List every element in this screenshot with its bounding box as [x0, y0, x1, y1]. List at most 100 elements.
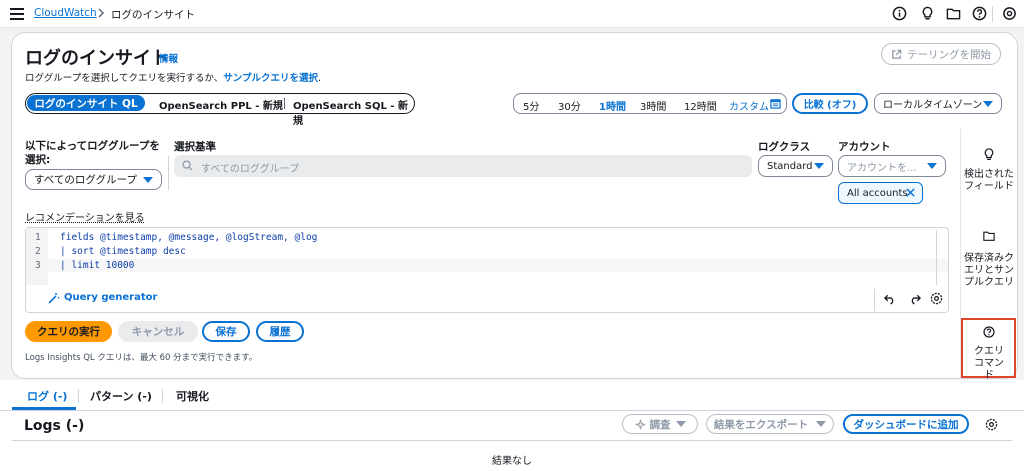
- export-results-label: 結果をエクスポート: [713, 418, 809, 431]
- folder-icon[interactable]: [946, 6, 961, 21]
- sparkle-icon: [635, 419, 646, 430]
- help-icon[interactable]: [972, 6, 987, 21]
- description-suffix: .: [317, 73, 322, 84]
- page-description: ロググループを選択してクエリを実行するか、サンプルクエリを選択.: [25, 70, 321, 84]
- account-placeholder: アカウントを...: [847, 162, 917, 174]
- chevron-down-icon: [983, 100, 993, 107]
- external-link-icon: [891, 49, 902, 60]
- criteria-placeholder: すべてのロググループ: [201, 164, 300, 175]
- timezone-select[interactable]: ローカルタイムゾーン: [874, 93, 1002, 114]
- chevron-down-icon: [816, 421, 827, 427]
- footer-divider: [874, 289, 875, 311]
- account-label: アカウント: [838, 141, 891, 153]
- log-group-selector[interactable]: すべてのロググループ: [25, 169, 162, 190]
- undo-icon[interactable]: [884, 293, 897, 305]
- hamburger-menu-icon[interactable]: [10, 7, 24, 21]
- saved-queries-button[interactable]: 保存済みクエリとサンプルクエリ: [964, 253, 1014, 289]
- vertical-divider: [168, 156, 169, 190]
- time-option-5m[interactable]: 5分: [523, 98, 539, 113]
- time-option-12h[interactable]: 12時間: [684, 98, 717, 113]
- tabs-bottom-border: [0, 410, 1024, 411]
- investigate-button[interactable]: 調査: [622, 414, 698, 434]
- log-group-criteria-input[interactable]: すべてのロググループ: [174, 155, 752, 177]
- query-generator-icon[interactable]: [48, 292, 60, 304]
- query-language-switch: ログのインサイト QL OpenSearch PPL - 新規 OpenSear…: [25, 93, 415, 127]
- top-navigation-bar: CloudWatch ログのインサイト: [0, 0, 1024, 28]
- query-language-opensearch-ppl[interactable]: OpenSearch PPL - 新規: [159, 97, 283, 112]
- sample-query-link[interactable]: サンプルクエリを選択: [223, 73, 318, 84]
- page-title: ログのインサイト: [25, 48, 169, 69]
- account-select[interactable]: アカウントを...: [838, 155, 946, 177]
- info-icon[interactable]: [892, 6, 907, 21]
- breadcrumb-cloudwatch[interactable]: CloudWatch: [34, 7, 97, 19]
- time-option-30m[interactable]: 30分: [558, 98, 581, 113]
- chevron-down-icon: [814, 163, 824, 169]
- results-area: ログ (-) パターン (-) 可視化 Logs (-) 調査 結果をエクスポー…: [0, 380, 1024, 471]
- editor-footer: Query generator: [25, 285, 949, 313]
- settings-icon[interactable]: [930, 292, 943, 305]
- query-language-insights-ql[interactable]: ログのインサイト QL: [27, 95, 145, 111]
- tab-visualization[interactable]: 可視化: [176, 388, 209, 404]
- time-option-3h[interactable]: 3時間: [640, 98, 666, 113]
- folder-icon[interactable]: [983, 230, 995, 242]
- tab-divider: [78, 389, 79, 403]
- query-language-opensearch-sql[interactable]: OpenSearch SQL - 新規: [293, 97, 414, 127]
- empty-results-title: 結果なし: [492, 456, 532, 467]
- history-button[interactable]: 履歴: [256, 321, 304, 342]
- lightbulb-icon[interactable]: [983, 148, 995, 161]
- time-option-1h[interactable]: 1時間: [599, 98, 626, 113]
- help-icon: [983, 326, 995, 338]
- log-class-label: ログクラス: [758, 141, 811, 153]
- editor-scrollbar[interactable]: [936, 230, 937, 288]
- run-query-button[interactable]: クエリの実行: [25, 321, 112, 342]
- logs-section-title: Logs (-): [24, 418, 85, 434]
- chevron-right-icon: [97, 8, 105, 18]
- time-range-selector: 5分 30分 1時間 3時間 12時間 カスタム: [513, 93, 787, 114]
- log-class-value: Standard: [767, 160, 813, 172]
- redo-icon[interactable]: [908, 293, 921, 305]
- close-icon[interactable]: [905, 187, 916, 198]
- cancel-button[interactable]: キャンセル: [118, 321, 198, 342]
- tab-patterns[interactable]: パターン (-): [90, 388, 152, 404]
- tab-logs[interactable]: ログ (-): [27, 388, 67, 404]
- log-class-select[interactable]: Standard: [758, 155, 833, 177]
- log-group-selector-value: すべてのロググループ: [34, 174, 138, 186]
- info-link[interactable]: 情報: [159, 51, 178, 65]
- code-line-1: fields @timestamp, @message, @logStream,…: [60, 232, 318, 243]
- line-number-3: 3: [35, 260, 41, 271]
- investigate-label: 調査: [649, 418, 671, 431]
- chevron-down-icon: [927, 163, 937, 169]
- settings-icon[interactable]: [985, 418, 998, 431]
- code-line-2: | sort @timestamp desc: [60, 246, 186, 257]
- add-to-dashboard-button[interactable]: ダッシュボードに追加: [843, 414, 969, 434]
- recommendations-link[interactable]: レコメンデーションを見る: [25, 209, 145, 224]
- export-results-button[interactable]: 結果をエクスポート: [706, 414, 834, 434]
- save-button[interactable]: 保存: [202, 321, 250, 342]
- chevron-down-icon: [675, 421, 686, 427]
- time-option-custom[interactable]: カスタム: [729, 98, 769, 113]
- code-line-3: | limit 10000: [60, 260, 135, 271]
- account-token-label: All accounts: [847, 187, 908, 199]
- start-tailing-label: テーリングを開始: [907, 48, 991, 61]
- tab-divider: [162, 389, 163, 403]
- calendar-icon[interactable]: [770, 98, 781, 109]
- segment-divider: [284, 98, 285, 109]
- query-generator-button[interactable]: Query generator: [64, 292, 157, 303]
- description-text: ロググループを選択してクエリを実行するか、: [25, 73, 224, 84]
- discovered-fields-button[interactable]: 検出されたフィールド: [964, 169, 1014, 193]
- query-commands-highlight[interactable]: クエリコマンド: [961, 318, 1016, 381]
- compare-button[interactable]: 比較 (オフ): [792, 93, 868, 114]
- log-group-selector-label: 以下によってロググループを選択:: [25, 140, 160, 166]
- account-token: All accounts: [838, 182, 923, 204]
- breadcrumb-current: ログのインサイト: [111, 9, 195, 21]
- logs-header-border: [12, 440, 1012, 441]
- query-panel: ログのインサイト 情報 ロググループを選択してクエリを実行するか、サンプルクエリ…: [11, 32, 1018, 381]
- editor-active-line: [48, 259, 948, 272]
- divider: [992, 6, 993, 22]
- start-tailing-button[interactable]: テーリングを開始: [881, 43, 1001, 65]
- lightbulb-icon[interactable]: [920, 6, 935, 21]
- line-number-1: 1: [35, 232, 41, 243]
- timezone-value: ローカルタイムゾーン: [883, 100, 983, 111]
- line-number-2: 2: [35, 246, 41, 257]
- settings-icon[interactable]: [1002, 6, 1017, 21]
